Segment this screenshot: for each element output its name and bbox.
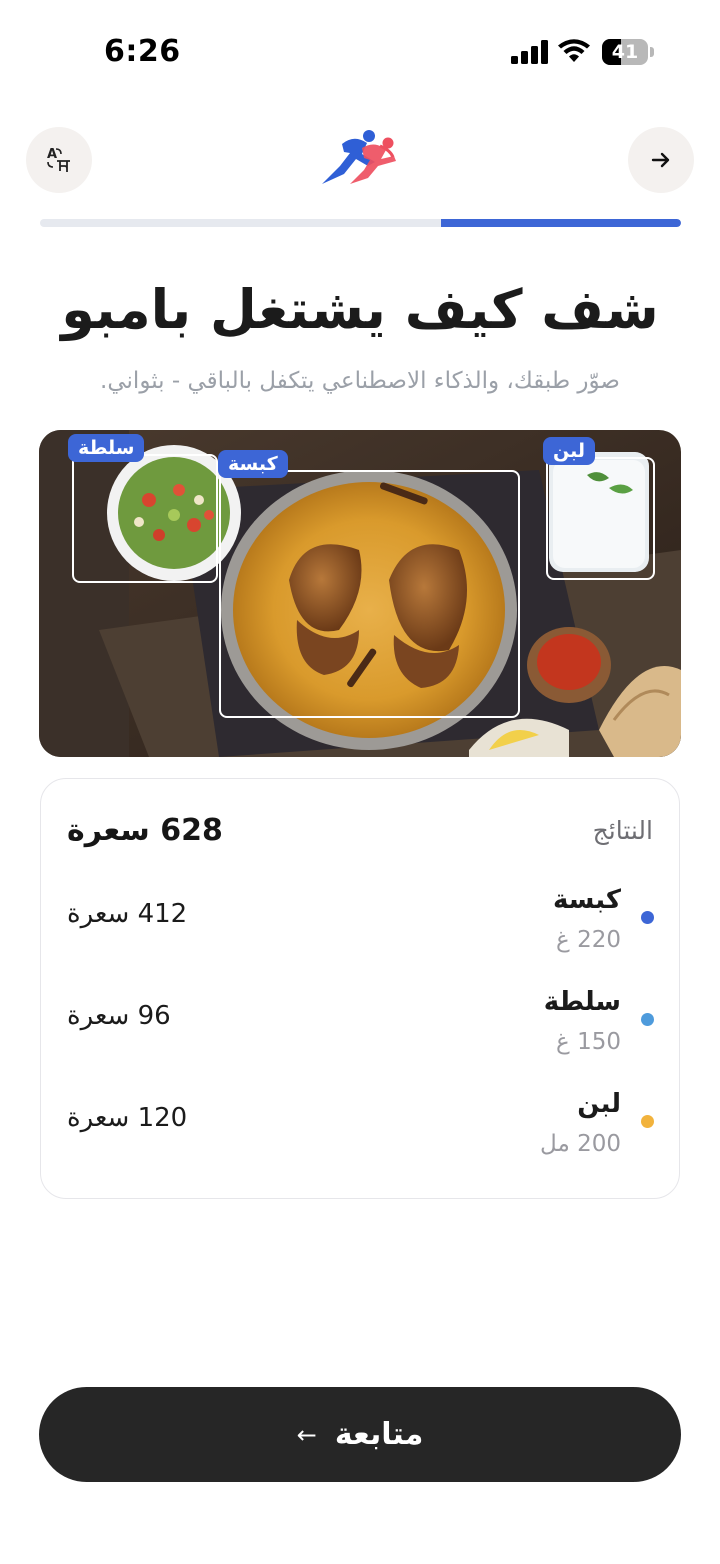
food-calories: 96 سعرة (67, 1001, 171, 1031)
salad-color-dot (641, 1013, 654, 1026)
food-name: سلطة (543, 987, 621, 1017)
kabsa-color-dot (641, 911, 654, 924)
result-row-laban: لبن 200 مل 120 سعرة (41, 1089, 681, 1179)
detection-tag-kabsa: كبسة (218, 450, 288, 478)
continue-button[interactable]: ← متابعة (39, 1387, 681, 1482)
detection-box-salad (72, 454, 218, 583)
food-name: كبسة (553, 885, 621, 915)
page-title: شف كيف يشتغل بامبو (61, 278, 659, 341)
food-calories: 120 سعرة (67, 1103, 188, 1133)
status-bar: 6:26 41 (0, 0, 720, 100)
total-calories: 628 سعرة (67, 813, 223, 848)
page-subtitle: صوّر طبقك، والذكاء الاصطناعي يتكفل بالبا… (100, 368, 620, 394)
cellular-signal-icon (511, 40, 548, 64)
progress-fill (440, 219, 681, 227)
wifi-icon (558, 39, 590, 62)
onboarding-progress-bar (40, 219, 681, 227)
food-photo: سلطة كبسة لبن (39, 430, 681, 757)
arrow-right-icon (651, 152, 670, 168)
result-row-kabsa: كبسة 220 غ 412 سعرة (41, 885, 681, 975)
detection-tag-salad: سلطة (68, 434, 145, 462)
detection-tag-laban: لبن (543, 437, 595, 465)
food-name: لبن (577, 1089, 621, 1119)
results-label: النتائج (592, 816, 653, 845)
result-row-salad: سلطة 150 غ 96 سعرة (41, 987, 681, 1077)
translate-icon: A (47, 147, 70, 172)
continue-button-label: متابعة (334, 1417, 424, 1452)
food-amount: 220 غ (556, 927, 621, 953)
language-button[interactable]: A (26, 127, 92, 193)
results-card: النتائج 628 سعرة كبسة 220 غ 412 سعرة سلط… (40, 778, 680, 1199)
battery-level: 41 (611, 41, 639, 63)
next-button[interactable] (628, 127, 694, 193)
detection-box-kabsa (219, 470, 520, 718)
food-amount: 150 غ (556, 1029, 621, 1055)
svg-text:A: A (47, 147, 57, 162)
runners-logo-icon (322, 130, 396, 184)
status-time: 6:26 (104, 34, 181, 69)
food-amount: 200 مل (540, 1131, 621, 1157)
battery-icon: 41 (602, 39, 654, 65)
detection-box-laban (546, 457, 655, 580)
laban-color-dot (641, 1115, 654, 1128)
food-calories: 412 سعرة (67, 899, 188, 929)
arrow-left-icon: ← (296, 1420, 317, 1449)
